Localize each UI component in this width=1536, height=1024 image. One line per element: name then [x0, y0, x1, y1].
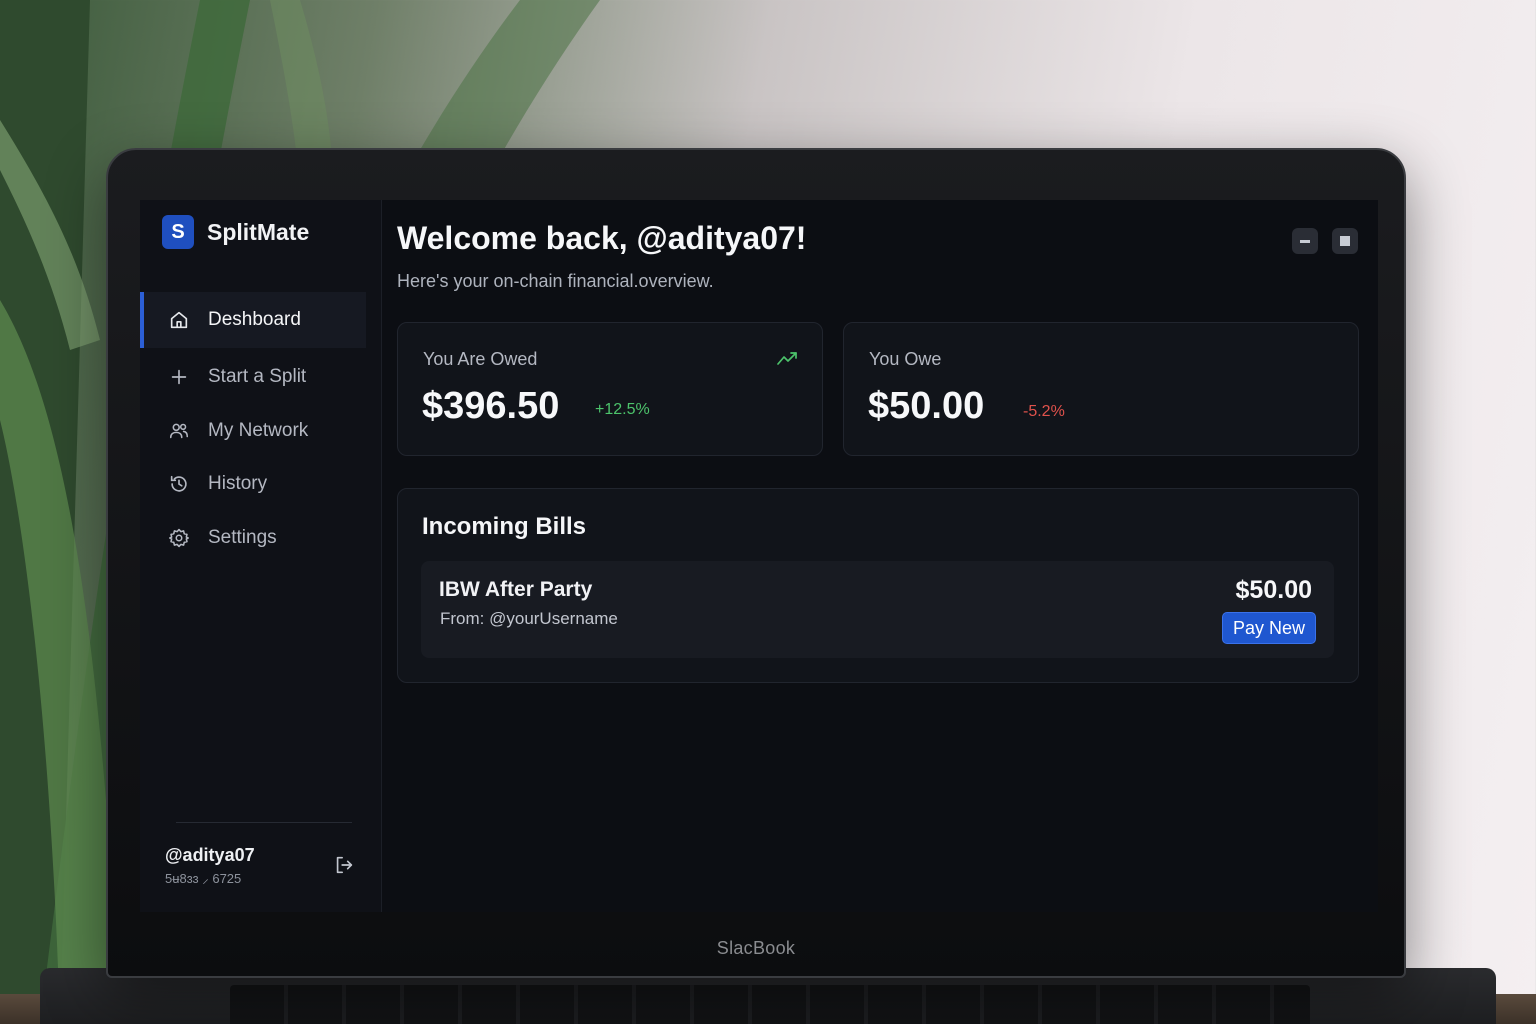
owed-amount: $396.50 [422, 385, 560, 427]
owed-card[interactable]: You Are Owed $396.50 +12.5% [397, 322, 823, 456]
logo-mark: S [162, 215, 194, 249]
user-handle: @aditya07 [165, 845, 255, 865]
sidebar-item-label: My Network [208, 420, 309, 441]
sidebar-item-label: Start a Split [208, 366, 307, 387]
sidebar-item-label: Deshboard [208, 309, 301, 330]
maximize-icon [1340, 236, 1350, 246]
sidebar: S SplitMate Deshboard Start a Split My N… [140, 200, 382, 912]
keyboard [230, 985, 1310, 1024]
app-logo[interactable]: S SplitMate [162, 215, 309, 249]
plus-icon [168, 366, 190, 388]
page-subtitle: Here's your on-chain financial.overview. [397, 271, 714, 291]
bill-sender: From: @yourUsername [440, 609, 618, 628]
sidebar-item-history[interactable]: History [140, 456, 366, 512]
trend-up-icon [777, 352, 797, 365]
sidebar-item-settings[interactable]: Settings [140, 510, 366, 566]
home-icon [168, 309, 190, 331]
sidebar-item-label: Settings [208, 527, 277, 548]
bill-amount: $50.00 [1235, 576, 1312, 604]
sidebar-item-my-network[interactable]: My Network [140, 403, 366, 459]
bill-name: IBW After Party [439, 578, 593, 601]
laptop-brand: SlacBook [716, 938, 796, 958]
main-content: Welcome back, @aditya07! Here's your on-… [382, 200, 1378, 912]
sidebar-divider [176, 822, 352, 823]
wallet-address: 5ʉ8ɜɜ ⸝ 6725 [165, 871, 242, 886]
owed-change: +12.5% [595, 401, 650, 418]
section-title: Incoming Bills [422, 513, 587, 540]
gear-icon [168, 527, 190, 549]
sidebar-item-label: History [208, 473, 268, 494]
owe-label: You Owe [869, 349, 942, 369]
owe-amount: $50.00 [868, 385, 985, 427]
sidebar-item-start-split[interactable]: Start a Split [140, 349, 366, 405]
maximize-button[interactable] [1332, 228, 1358, 254]
pay-button[interactable]: Pay New [1221, 612, 1316, 644]
incoming-bills-panel: Incoming Bills IBW After Party From: @yo… [397, 488, 1359, 683]
owe-card[interactable]: You Owe $50.00 -5.2% [843, 322, 1359, 456]
owe-change: -5.2% [1023, 403, 1065, 420]
app-window: S SplitMate Deshboard Start a Split My N… [140, 200, 1378, 912]
sidebar-item-dashboard[interactable]: Deshboard [140, 292, 366, 348]
minimize-icon [1300, 239, 1310, 243]
app-name: SplitMate [207, 218, 310, 245]
minimize-button[interactable] [1292, 228, 1318, 254]
logout-icon[interactable] [333, 854, 355, 876]
bill-item[interactable]: IBW After Party From: @yourUsername $50.… [421, 561, 1334, 658]
page-title: Welcome back, @aditya07! [397, 220, 807, 256]
owed-label: You Are Owed [423, 349, 538, 369]
history-icon [168, 473, 190, 495]
users-icon [168, 420, 190, 442]
